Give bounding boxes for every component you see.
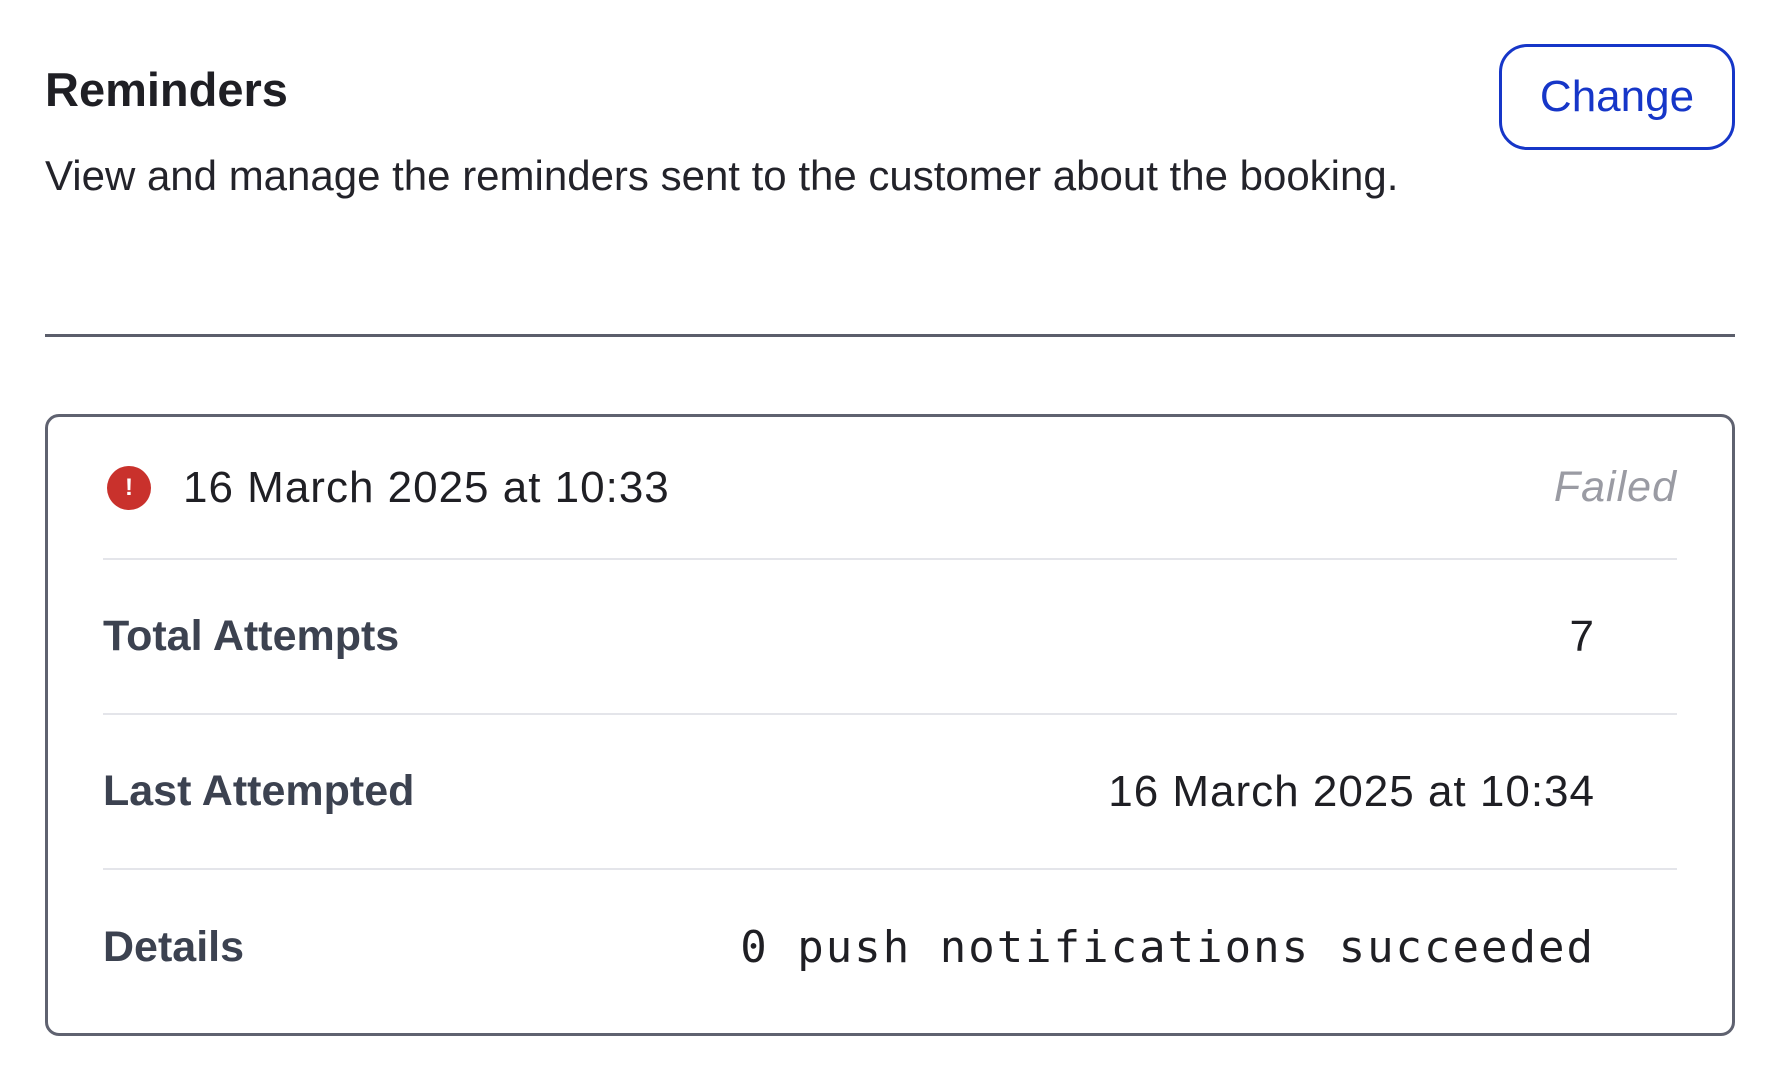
reminder-status-row: ! 16 March 2025 at 10:33 Failed — [103, 417, 1677, 560]
section-title: Reminders — [45, 63, 288, 116]
detail-row-last-attempted: Last Attempted 16 March 2025 at 10:34 — [103, 715, 1677, 870]
detail-row-total-attempts: Total Attempts 7 — [103, 560, 1677, 715]
detail-row-details: Details 0 push notifications succeeded — [103, 870, 1677, 1025]
details-label: Details — [103, 923, 245, 971]
error-exclamation-icon: ! — [107, 465, 151, 510]
reminder-card-content: ! 16 March 2025 at 10:33 Failed Total At… — [103, 417, 1677, 1025]
reminders-section: Reminders View and manage the reminders … — [45, 40, 1735, 1036]
last-attempted-label: Last Attempted — [103, 767, 415, 815]
change-button[interactable]: Change — [1499, 44, 1735, 150]
section-description: View and manage the reminders sent to th… — [45, 152, 1399, 199]
reminder-scheduled-date: 16 March 2025 at 10:33 — [183, 462, 670, 512]
details-value: 0 push notifications succeeded — [740, 922, 1595, 973]
section-divider — [45, 334, 1735, 337]
reminder-card: ! 16 March 2025 at 10:33 Failed Total At… — [45, 414, 1735, 1036]
status-badge: Failed — [1553, 463, 1677, 511]
reminders-header: Reminders View and manage the reminders … — [45, 40, 1735, 296]
total-attempts-label: Total Attempts — [103, 612, 400, 660]
last-attempted-value: 16 March 2025 at 10:34 — [1108, 766, 1595, 816]
total-attempts-value: 7 — [1569, 611, 1595, 661]
